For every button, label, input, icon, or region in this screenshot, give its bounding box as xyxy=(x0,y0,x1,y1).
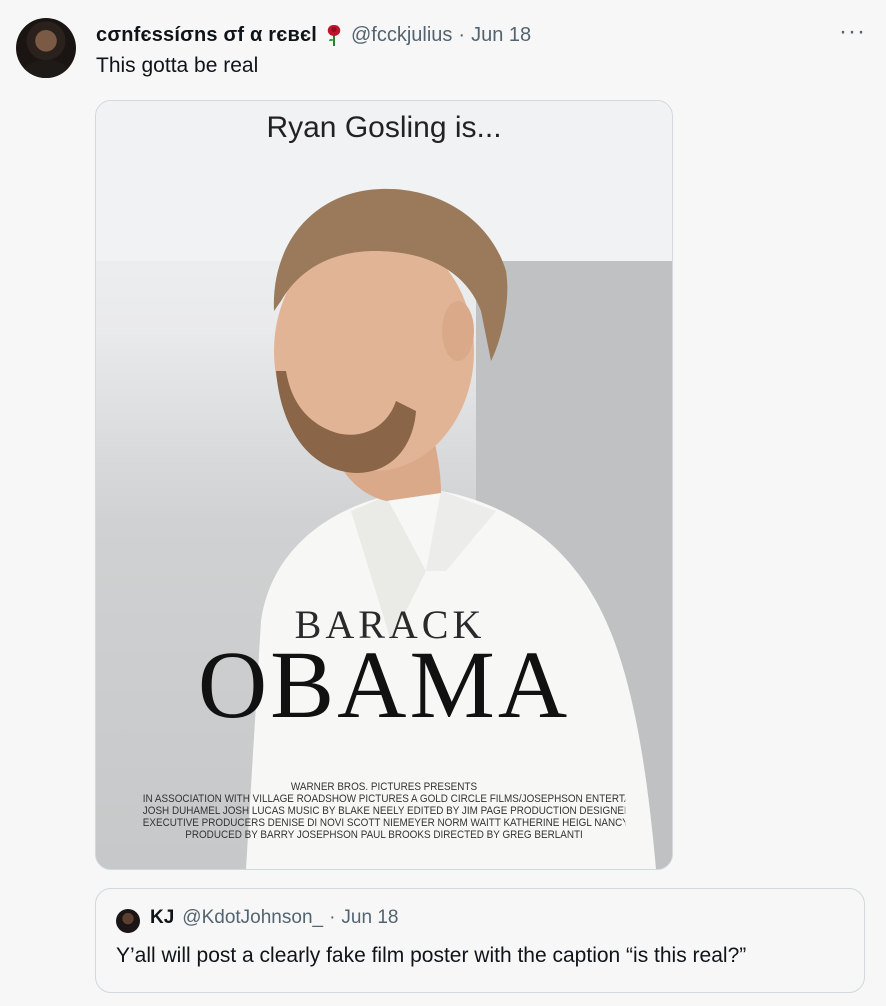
tweet-header: cσnfєssíσns σf α rєвєl @fcckjulius · Jun… xyxy=(96,18,866,48)
tweet-date[interactable]: Jun 18 xyxy=(471,24,531,47)
credit-line: PRODUCED BY BARRY JOSEPHSON PAUL BROOKS … xyxy=(185,829,583,841)
more-options-icon[interactable]: ··· xyxy=(839,18,866,46)
separator-dot: · xyxy=(329,907,336,928)
quoted-author-avatar[interactable] xyxy=(116,909,140,933)
quoted-tweet[interactable]: KJ @KdotJohnson_ · Jun 18 Y’all will pos… xyxy=(95,888,865,993)
credit-line: EXECUTIVE PRODUCERS DENISE DI NOVI SCOTT… xyxy=(142,817,625,829)
poster-title: Ryan Gosling is... xyxy=(266,111,502,144)
credit-line: IN ASSOCIATION WITH VILLAGE ROADSHOW PIC… xyxy=(142,793,625,805)
poster-artwork xyxy=(96,101,672,869)
credit-line: JOSH DUHAMEL JOSH LUCAS MUSIC BY BLAKE N… xyxy=(142,805,625,817)
quoted-tweet-header: KJ @KdotJohnson_ · Jun 18 xyxy=(150,907,398,929)
poster-credits: WARNER BROS. PICTURES PRESENTS IN ASSOCI… xyxy=(143,781,625,841)
author-avatar[interactable] xyxy=(16,18,76,78)
rose-icon xyxy=(327,25,341,46)
tweet-media-poster[interactable]: Ryan Gosling is... BARACK OBAMA WARNER B… xyxy=(95,100,673,870)
author-display-name[interactable]: cσnfєssíσns σf α rєвєl xyxy=(96,24,317,47)
quoted-tweet-date[interactable]: Jun 18 xyxy=(341,907,398,929)
tweet-text: This gotta be real xyxy=(96,54,259,77)
quoted-author-handle[interactable]: @KdotJohnson_ xyxy=(182,907,323,929)
quoted-tweet-text: Y’all will post a clearly fake film post… xyxy=(116,944,747,967)
author-handle[interactable]: @fcckjulius xyxy=(351,24,452,47)
poster-last-name: OBAMA xyxy=(197,631,571,738)
quoted-author-name[interactable]: KJ xyxy=(150,907,174,929)
avatar-silhouette xyxy=(22,60,70,78)
credit-line: WARNER BROS. PICTURES PRESENTS xyxy=(290,781,478,793)
separator-dot: · xyxy=(458,23,466,46)
